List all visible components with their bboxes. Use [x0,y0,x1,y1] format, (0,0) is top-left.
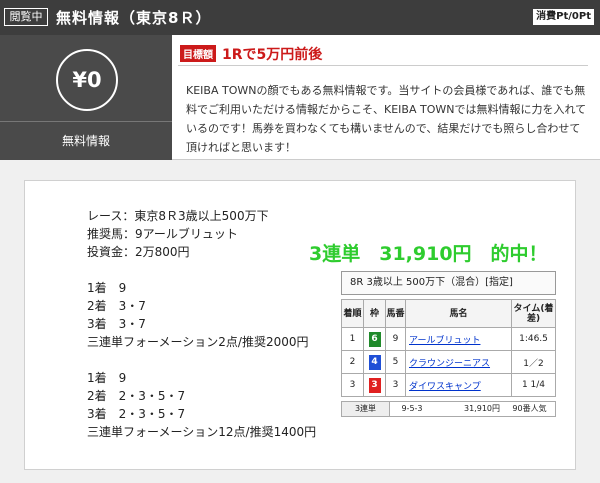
rank-cell: 2 [341,350,364,374]
bet2-first: 1着 9 [87,371,127,385]
rank-cell: 1 [341,327,364,351]
frame-badge: 6 [368,331,381,347]
race-result: 8R 3歳以上 500万下（混合）[指定] 着順 枠 馬番 馬名 タイム(着差)… [341,271,556,417]
result-row: 1 6 9 アールブリュット 1:46.5 [341,327,556,351]
frame-cell: 6 [363,327,386,351]
target-badge: 目標額 [180,45,216,62]
result-row: 3 3 3 ダイワスキャンプ 1 1/4 [341,373,556,397]
points-badge: 消費Pt/0Pt [533,9,594,25]
price-circle: ¥0 [56,49,118,111]
result-card: レース：東京8Ｒ3歳以上500万下 推奨馬：9アールブリュット 投資金：2万80… [24,180,576,470]
bet1-second: 2着 3・7 [87,299,146,313]
payout-combo: 9-5-3 [401,404,423,413]
investment-line: 投資金：2万800円 [87,245,190,259]
horse-line: 推奨馬：9アールブリュット [87,227,238,241]
frame-cell: 4 [363,350,386,374]
header-bar: 閲覧中 無料情報（東京8Ｒ） 消費Pt/0Pt [0,0,600,35]
horse-cell: アールブリュット [405,327,512,351]
result-title: 8R 3歳以上 500万下（混合）[指定] [341,271,556,295]
page-title: 無料情報（東京8Ｒ） [56,9,212,27]
description-text: KEIBA TOWNの顔でもある無料情報です。当サイトの会員様であれば、誰でも無… [186,84,587,154]
rank-cell: 3 [341,373,364,397]
bet2-third: 3着 2・3・5・7 [87,407,186,421]
result-row: 2 4 5 クラウンジーニアス 1／2 [341,350,556,374]
hit-banner: 3連単 31,910円 的中！ [309,243,548,265]
time-cell: 1 1/4 [511,373,556,397]
target-text: 1Rで5万円前後 [222,46,323,63]
payout-amount: 31,910円 [464,404,500,413]
result-header-row: 着順 枠 馬番 馬名 タイム(着差) [341,299,556,328]
col-frame: 枠 [363,299,386,328]
bet1-first: 1着 9 [87,281,127,295]
payout-popularity: 90番人気 [512,404,547,413]
frame-badge: 3 [368,377,381,393]
divider [178,65,588,66]
browsing-badge: 閲覧中 [4,8,48,26]
horse-cell: ダイワスキャンプ [405,373,512,397]
number-cell: 3 [385,373,406,397]
target-row: 目標額 1Rで5万円前後 [180,43,322,64]
number-cell: 5 [385,350,406,374]
payout-type: 3連単 [342,402,390,416]
race-info: レース：東京8Ｒ3歳以上500万下 推奨馬：9アールブリュット 投資金：2万80… [87,207,269,261]
bet1-third: 3着 3・7 [87,317,146,331]
number-cell: 9 [385,327,406,351]
time-cell: 1／2 [511,350,556,374]
info-panel: ¥0 無料情報 目標額 1Rで5万円前後 KEIBA TOWNの顔でもある無料情報… [0,35,600,160]
bet1-formation: 三連単フォーメーション2点/推奨2000円 [87,335,309,349]
col-horse: 馬名 [405,299,512,328]
result-table: 着順 枠 馬番 馬名 タイム(着差) 1 6 9 アールブリュット 1:46.5 2 4 5 ク… [341,299,556,397]
col-time: タイム(着差) [511,299,556,328]
bet2-second: 2着 2・3・5・7 [87,389,186,403]
horse-link[interactable]: アールブリュット [409,336,480,346]
horse-link[interactable]: ダイワスキャンプ [409,382,481,392]
col-number: 馬番 [385,299,406,328]
price-box: ¥0 無料情報 [0,35,172,160]
bet2-formation: 三連単フォーメーション12点/推奨1400円 [87,425,317,439]
price-label: 無料情報 [0,121,172,149]
frame-cell: 3 [363,373,386,397]
horse-cell: クラウンジーニアス [405,350,512,374]
payout-row: 3連単 9-5-3 31,910円 90番人気 [341,401,556,417]
time-cell: 1:46.5 [511,327,556,351]
race-line: レース：東京8Ｒ3歳以上500万下 [87,209,269,223]
frame-badge: 4 [368,354,381,370]
col-rank: 着順 [341,299,364,328]
horse-link[interactable]: クラウンジーニアス [409,359,490,369]
